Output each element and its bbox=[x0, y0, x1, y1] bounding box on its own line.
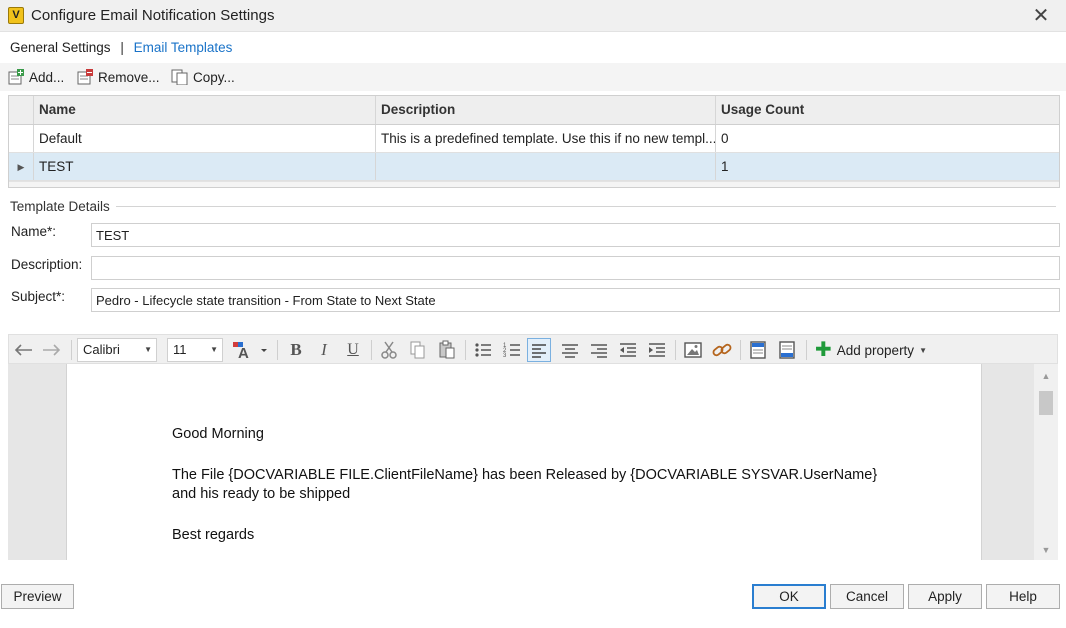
remove-template-button[interactable]: Remove... bbox=[76, 67, 160, 87]
cell-description bbox=[375, 153, 715, 180]
help-button[interactable]: Help bbox=[986, 584, 1060, 609]
font-size-select[interactable]: 11 ▼ bbox=[167, 338, 223, 362]
font-color-icon[interactable]: A bbox=[230, 338, 270, 362]
title-bar: V Configure Email Notification Settings … bbox=[0, 0, 1066, 32]
body-line-message-continued: and his ready to be shipped bbox=[172, 486, 351, 502]
row-indicator bbox=[9, 125, 33, 152]
body-line-greeting: Good Morning bbox=[172, 426, 264, 442]
cell-name: Default bbox=[33, 125, 375, 152]
add-template-label: Add... bbox=[29, 69, 65, 85]
column-header-description[interactable]: Description bbox=[375, 96, 715, 124]
tab-email-templates[interactable]: Email Templates bbox=[134, 40, 233, 55]
body-line-message: The File {DOCVARIABLE FILE.ClientFileNam… bbox=[172, 467, 878, 483]
image-icon[interactable] bbox=[681, 338, 705, 362]
indent-icon[interactable] bbox=[645, 338, 669, 362]
header-icon[interactable] bbox=[746, 338, 770, 362]
template-toolbar: Add... Remove... Copy... bbox=[0, 63, 1066, 91]
add-property-button[interactable]: ✚ Add property ▼ bbox=[815, 338, 927, 362]
link-icon[interactable] bbox=[710, 338, 734, 362]
cell-name: TEST bbox=[33, 153, 375, 180]
app-logo-icon: V bbox=[8, 7, 24, 24]
scroll-up-icon[interactable]: ▲ bbox=[1034, 366, 1058, 386]
apply-button[interactable]: Apply bbox=[908, 584, 982, 609]
editor-toolbar: Calibri ▼ 11 ▼ A B I U 123 ✚ Add propert… bbox=[8, 334, 1058, 364]
undo-icon[interactable] bbox=[12, 338, 36, 362]
description-field-label: Description: bbox=[11, 257, 83, 272]
bold-icon[interactable]: B bbox=[284, 338, 308, 362]
remove-document-icon bbox=[76, 69, 94, 85]
scroll-thumb[interactable] bbox=[1039, 391, 1053, 415]
tab-general-settings[interactable]: General Settings bbox=[10, 40, 111, 55]
cell-usage-count: 1 bbox=[715, 153, 1059, 180]
row-indicator: ▶ bbox=[17, 162, 25, 172]
bullet-list-icon[interactable] bbox=[471, 338, 495, 362]
plus-icon: ✚ bbox=[815, 339, 832, 361]
add-document-icon bbox=[7, 69, 25, 85]
font-size-value: 11 bbox=[173, 342, 187, 357]
copy-template-label: Copy... bbox=[193, 69, 235, 85]
cell-description: This is a predefined template. Use this … bbox=[375, 125, 715, 152]
body-line-closing: Best regards bbox=[172, 527, 255, 543]
template-details-heading: Template Details bbox=[10, 199, 116, 214]
svg-text:A: A bbox=[238, 345, 249, 362]
subject-field-label: Subject*: bbox=[11, 289, 66, 304]
scroll-down-icon[interactable]: ▼ bbox=[1034, 540, 1058, 560]
add-property-label: Add property bbox=[836, 342, 915, 358]
column-header-name[interactable]: Name bbox=[33, 96, 375, 124]
font-family-select[interactable]: Calibri ▼ bbox=[77, 338, 157, 362]
settings-tabs: General Settings | Email Templates bbox=[10, 40, 232, 58]
preview-button[interactable]: Preview bbox=[1, 584, 74, 609]
name-field-label: Name*: bbox=[11, 224, 57, 239]
footer-icon[interactable] bbox=[775, 338, 799, 362]
tab-separator: | bbox=[120, 40, 124, 55]
grid-footer bbox=[9, 181, 1059, 187]
svg-text:3: 3 bbox=[503, 353, 507, 359]
section-divider bbox=[116, 206, 1056, 207]
italic-icon[interactable]: I bbox=[312, 338, 336, 362]
copy-icon[interactable] bbox=[406, 338, 430, 362]
outdent-icon[interactable] bbox=[616, 338, 640, 362]
paste-icon[interactable] bbox=[435, 338, 459, 362]
cancel-button[interactable]: Cancel bbox=[830, 584, 904, 609]
numbered-list-icon[interactable]: 123 bbox=[500, 338, 524, 362]
align-center-icon[interactable] bbox=[558, 338, 582, 362]
cut-icon[interactable] bbox=[377, 338, 401, 362]
add-template-button[interactable]: Add... bbox=[7, 67, 64, 87]
align-right-icon[interactable] bbox=[587, 338, 611, 362]
font-family-value: Calibri bbox=[83, 342, 120, 357]
table-row[interactable]: ▶ TEST 1 bbox=[9, 153, 1059, 181]
ok-button[interactable]: OK bbox=[752, 584, 826, 609]
grid-header: Name Description Usage Count bbox=[9, 96, 1059, 125]
copy-document-icon bbox=[171, 69, 189, 86]
redo-icon[interactable] bbox=[39, 338, 63, 362]
window-title: Configure Email Notification Settings bbox=[31, 7, 275, 24]
table-row[interactable]: Default This is a predefined template. U… bbox=[9, 125, 1059, 153]
remove-template-label: Remove... bbox=[98, 69, 160, 85]
cell-usage-count: 0 bbox=[715, 125, 1059, 152]
subject-field[interactable] bbox=[91, 288, 1060, 312]
close-icon[interactable]: ✕ bbox=[1030, 5, 1052, 27]
editor-scrollbar[interactable]: ▲ ▼ bbox=[1034, 364, 1058, 560]
underline-icon[interactable]: U bbox=[341, 338, 365, 362]
column-header-usage-count[interactable]: Usage Count bbox=[715, 96, 1059, 124]
copy-template-button[interactable]: Copy... bbox=[171, 67, 235, 87]
description-field[interactable] bbox=[91, 256, 1060, 280]
name-field[interactable] bbox=[91, 223, 1060, 247]
editor-page[interactable]: Good Morning The File {DOCVARIABLE FILE.… bbox=[66, 364, 982, 560]
chevron-down-icon: ▼ bbox=[919, 345, 927, 355]
email-body-editor[interactable]: Good Morning The File {DOCVARIABLE FILE.… bbox=[8, 364, 1058, 560]
templates-grid: Name Description Usage Count Default Thi… bbox=[8, 95, 1060, 188]
align-left-icon[interactable] bbox=[527, 338, 551, 362]
